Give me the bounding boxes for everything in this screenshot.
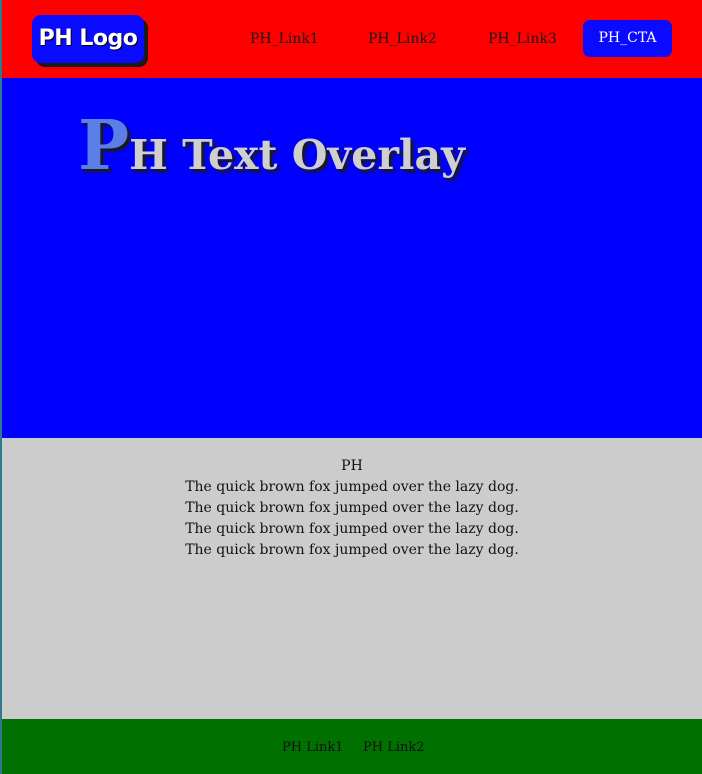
content-line-2: The quick brown fox jumped over the lazy… <box>185 500 519 516</box>
footer-link-2[interactable]: PH Link2 <box>363 739 425 756</box>
content-section: PH The quick brown fox jumped over the l… <box>2 438 702 719</box>
hero-title: PH Text Overlay <box>78 106 465 195</box>
content-text-block: PH The quick brown fox jumped over the l… <box>2 456 702 561</box>
nav-link-3[interactable]: PH_Link3 <box>488 30 557 48</box>
page: PH Logo PH_Link1 PH_Link2 PH_Link3 PH_CT… <box>2 0 702 774</box>
hero-title-initial: P <box>78 106 130 186</box>
content-line-4: The quick brown fox jumped over the lazy… <box>185 542 519 558</box>
content-line-1: The quick brown fox jumped over the lazy… <box>185 479 519 495</box>
cta-button[interactable]: PH_CTA <box>583 20 672 57</box>
footer-link-1[interactable]: PH Link1 <box>282 739 344 756</box>
logo-button[interactable]: PH Logo <box>32 15 144 63</box>
nav-link-2[interactable]: PH_Link2 <box>368 30 437 48</box>
nav-link-1[interactable]: PH_Link1 <box>250 30 319 48</box>
content-heading: PH <box>341 458 363 474</box>
hero-section: PH Text Overlay <box>2 78 702 438</box>
site-footer: PH Link1 PH Link2 <box>2 719 702 774</box>
hero-title-text: H Text Overlay <box>129 131 465 179</box>
site-header: PH Logo PH_Link1 PH_Link2 PH_Link3 PH_CT… <box>2 0 702 78</box>
content-line-3: The quick brown fox jumped over the lazy… <box>185 521 519 537</box>
